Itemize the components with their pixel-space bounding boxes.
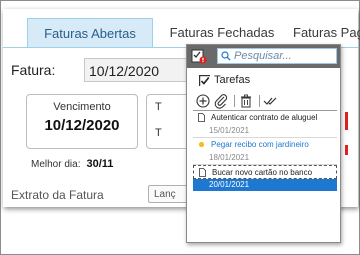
search-placeholder: Pesquisar... [234,50,292,62]
task-date-text: 15/01/2021 [209,126,250,135]
task-item[interactable]: Autenticar contrato de aluguel [193,111,337,125]
tab-faturas-abertas[interactable]: Faturas Abertas [27,18,153,48]
fatura-select[interactable]: 10/12/2020 [84,58,194,82]
toolbar-separator [234,95,235,107]
tasks-popup: Pesquisar... Tarefas Autenticar contrato… [186,44,341,243]
add-icon[interactable] [195,93,211,109]
complete-all-icon[interactable] [263,93,279,109]
summary-card-subtitle: T [155,127,162,139]
alert-mark-2 [345,145,348,155]
lancamentos-button[interactable]: Lanç [148,185,188,203]
search-input[interactable]: Pesquisar... [217,48,337,64]
task-date: 18/01/2021 [193,152,337,165]
task-title: Bucar novo cartão no banco [212,168,313,177]
document-icon [199,168,206,177]
task-date-text: 18/01/2021 [209,153,250,162]
alert-mark [345,112,348,130]
task-title: Autenticar contrato de aluguel [211,113,318,122]
vencimento-title: Vencimento [53,101,111,113]
task-date-selected: 20/01/2021 [193,179,337,191]
summary-card-title: T [155,101,162,113]
melhor-dia: Melhor dia: 30/11 [31,158,113,170]
task-item-selected[interactable]: Bucar novo cartão no banco [193,165,337,179]
tarefas-label: Tarefas [214,74,251,86]
vencimento-card: Vencimento 10/12/2020 [26,94,138,149]
task-date-text: 20/01/2021 [209,180,250,189]
toolbar-separator [259,95,260,107]
popup-header: Pesquisar... [187,45,340,68]
melhor-dia-label: Melhor dia: [31,159,81,170]
task-date: 15/01/2021 [193,125,337,138]
checkbox-icon [199,75,210,86]
todo-alert-icon[interactable] [191,49,207,64]
vencimento-value: 10/12/2020 [44,117,120,134]
document-icon [198,113,205,122]
task-item[interactable]: Pegar recibo com jardineiro [193,138,337,152]
task-title: Pegar recibo com jardineiro [211,140,309,149]
tab-faturas-pagas[interactable]: Faturas Pagas [293,18,360,47]
tasks-toolbar [195,93,335,109]
extrato-title: Extrato da Fatura [11,188,104,202]
tab-faturas-fechadas[interactable]: Faturas Fechadas [163,18,281,47]
melhor-dia-value: 30/11 [86,158,114,170]
tab-bar: Faturas Abertas Faturas Fechadas Faturas… [3,18,360,48]
task-list: Autenticar contrato de aluguel 15/01/202… [193,110,337,231]
attach-icon[interactable] [213,93,229,109]
fatura-label: Fatura: [11,62,56,78]
search-icon [221,51,231,61]
star-icon [198,141,205,148]
delete-icon[interactable] [238,93,254,109]
